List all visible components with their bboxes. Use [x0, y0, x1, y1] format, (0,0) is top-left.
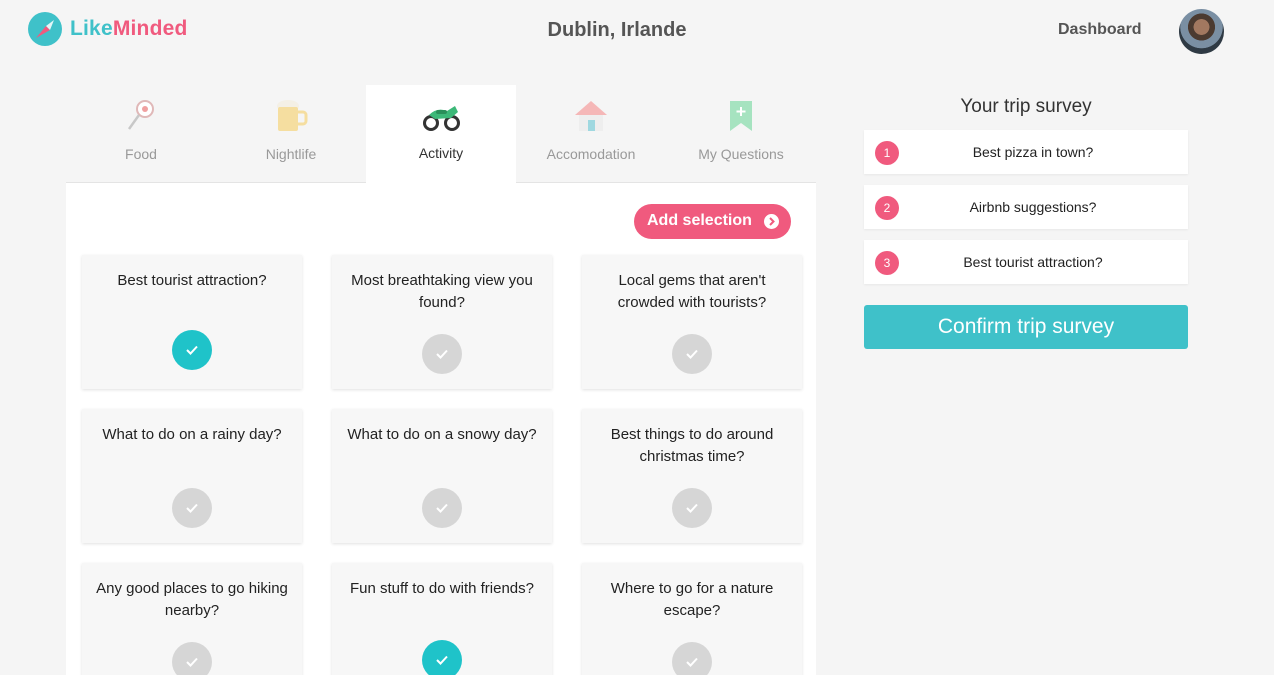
- avatar[interactable]: [1179, 9, 1224, 54]
- question-card[interactable]: Best tourist attraction?: [82, 255, 302, 389]
- tab-nightlife[interactable]: Nightlife: [216, 85, 366, 183]
- question-card[interactable]: Local gems that aren't crowded with tour…: [582, 255, 802, 389]
- dashboard-link[interactable]: Dashboard: [1058, 21, 1142, 39]
- top-header: LikeMinded Dublin, Irlande Dashboard: [0, 0, 1274, 60]
- motorbike-icon: [423, 106, 460, 131]
- check-icon[interactable]: [422, 334, 462, 374]
- chevron-right-icon: [764, 214, 779, 229]
- questions-panel: Food Nightlife Activity Accomodation My …: [66, 85, 816, 675]
- survey-item-text: Best tourist attraction?: [963, 254, 1103, 270]
- check-icon[interactable]: [672, 642, 712, 675]
- tab-activity-label: Activity: [418, 145, 464, 161]
- tab-food-label: Food: [125, 146, 157, 162]
- survey-title: Your trip survey: [960, 96, 1092, 117]
- check-icon[interactable]: [672, 334, 712, 374]
- survey-item-text: Best pizza in town?: [972, 144, 1094, 160]
- add-selection-label: Add selection: [647, 212, 752, 229]
- tab-activity[interactable]: Activity: [366, 85, 516, 184]
- confirm-trip-survey-button[interactable]: Confirm trip survey: [864, 305, 1188, 349]
- question-text: Best tourist attraction?: [117, 272, 267, 289]
- survey-item-number: 3: [875, 251, 899, 275]
- tab-nightlife-label: Nightlife: [265, 146, 317, 162]
- question-card[interactable]: Fun stuff to do with friends?: [332, 563, 552, 675]
- tennis-racket-icon: [127, 100, 154, 130]
- question-text: Most breathtaking view you found?: [351, 272, 533, 311]
- question-card[interactable]: Best things to do around christmas time?: [582, 409, 802, 543]
- beer-mug-icon: [277, 100, 308, 131]
- question-card[interactable]: Where to go for a nature escape?: [582, 563, 802, 675]
- check-icon[interactable]: [172, 642, 212, 675]
- question-text: What to do on a snowy day?: [347, 426, 537, 443]
- question-card[interactable]: What to do on a rainy day?: [82, 409, 302, 543]
- check-icon[interactable]: [422, 640, 462, 675]
- check-icon[interactable]: [672, 488, 712, 528]
- page-title: Dublin, Irlande: [547, 19, 687, 41]
- survey-item-text: Airbnb suggestions?: [969, 199, 1097, 215]
- question-text: Best things to do around christmas time?: [610, 426, 774, 465]
- question-card[interactable]: Any good places to go hiking nearby?: [82, 563, 302, 675]
- question-text: Where to go for a nature escape?: [610, 580, 774, 619]
- bookmark-plus-icon: [730, 101, 752, 131]
- tab-my-questions[interactable]: My Questions: [666, 85, 816, 183]
- question-text: Fun stuff to do with friends?: [350, 580, 534, 597]
- check-icon[interactable]: [172, 330, 212, 370]
- add-selection-button[interactable]: Add selection: [634, 204, 791, 239]
- survey-item-number: 2: [875, 196, 899, 220]
- question-card[interactable]: What to do on a snowy day?: [332, 409, 552, 543]
- tab-accomodation[interactable]: Accomodation: [516, 85, 666, 183]
- question-text: Local gems that aren't crowded with tour…: [617, 272, 767, 311]
- survey-item[interactable]: 3 Best tourist attraction?: [864, 240, 1188, 284]
- house-icon: [575, 101, 607, 131]
- survey-item-number: 1: [875, 141, 899, 165]
- survey-item[interactable]: 2 Airbnb suggestions?: [864, 185, 1188, 229]
- check-icon[interactable]: [172, 488, 212, 528]
- tab-food[interactable]: Food: [66, 85, 216, 183]
- check-icon[interactable]: [422, 488, 462, 528]
- question-card[interactable]: Most breathtaking view you found?: [332, 255, 552, 389]
- tab-accomodation-label: Accomodation: [546, 146, 636, 162]
- category-tabs: Food Nightlife Activity Accomodation My …: [66, 85, 816, 184]
- tab-my-questions-label: My Questions: [698, 146, 784, 162]
- survey-item[interactable]: 1 Best pizza in town?: [864, 130, 1188, 174]
- question-text: What to do on a rainy day?: [102, 426, 282, 443]
- question-text: Any good places to go hiking nearby?: [96, 580, 288, 619]
